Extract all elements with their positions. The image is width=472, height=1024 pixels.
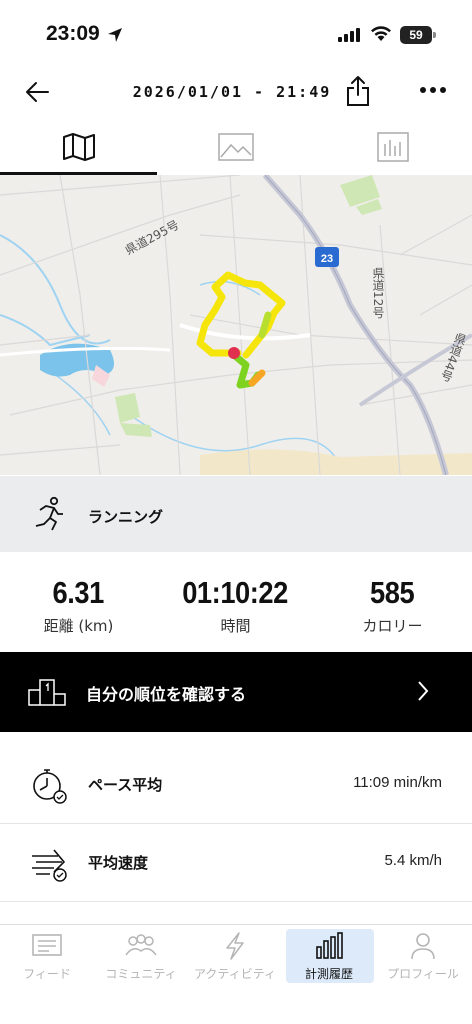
stat-distance: 6.31 距離 (km) xyxy=(0,575,157,636)
page-title: 2026/01/01 - 21:49 xyxy=(132,83,332,101)
ranking-label: 自分の順位を確認する xyxy=(86,685,247,704)
stat-calories-label: カロリー xyxy=(362,617,423,635)
metric-speed: 平均速度 5.4 km/h xyxy=(0,824,472,902)
stat-calories-value: 585 xyxy=(370,575,415,610)
nav-label-profile: プロフィール xyxy=(387,967,459,981)
activity-label: ランニング xyxy=(88,508,164,526)
nav-item-activity[interactable]: アクティビティ xyxy=(188,925,282,989)
nav-label-history: 計測履歴 xyxy=(304,967,353,981)
nav-item-history[interactable]: 計測履歴 xyxy=(282,925,376,989)
chevron-right-icon xyxy=(418,681,429,701)
tab-photos[interactable] xyxy=(157,120,314,174)
tab-map[interactable] xyxy=(0,120,157,174)
summary-stats: 6.31 距離 (km) 01:10:22 時間 585 カロリー xyxy=(0,575,472,645)
metric-pace: ペース平均 11:09 min/km xyxy=(0,746,472,824)
stat-distance-value: 6.31 xyxy=(52,575,105,610)
battery-tip xyxy=(433,32,436,38)
image-icon xyxy=(217,133,254,161)
road-label-295: 県道295号 xyxy=(123,218,182,258)
podium-icon xyxy=(28,679,66,706)
stat-distance-label: 距離 (km) xyxy=(43,617,114,635)
running-icon xyxy=(35,496,63,531)
history-icon xyxy=(316,932,343,959)
status-time: 23:09 xyxy=(46,22,100,45)
route-23-shield: 23 xyxy=(315,247,339,267)
community-icon xyxy=(125,934,157,956)
stat-calories: 585 カロリー xyxy=(314,575,471,636)
nav-item-feed[interactable]: フィード xyxy=(0,925,94,989)
header: 2026/01/01 - 21:49 xyxy=(0,66,472,118)
view-tabs xyxy=(0,120,472,175)
route-map[interactable]: 23 県道295号 県道12号 県道44号 xyxy=(0,175,472,475)
profile-icon xyxy=(411,933,435,960)
map-canvas: 23 県道295号 県道12号 県道44号 xyxy=(0,175,472,475)
wifi-icon xyxy=(371,26,391,41)
bottom-navigation: フィード コミュニティ アクティビティ 計測履歴 プロフィール xyxy=(0,924,472,1024)
speed-icon xyxy=(32,849,67,882)
feed-icon xyxy=(32,934,62,956)
activity-type-band: ランニング xyxy=(0,476,472,552)
share-icon[interactable] xyxy=(344,74,372,108)
more-icon[interactable] xyxy=(418,84,448,96)
road-label-12: 県道12号 xyxy=(371,267,385,319)
tab-stats[interactable] xyxy=(314,120,471,174)
nav-label-community: コミュニティ xyxy=(105,967,177,981)
metric-speed-value: 5.4 km/h xyxy=(384,852,442,869)
stopwatch-icon xyxy=(33,769,67,804)
bar-chart-icon xyxy=(376,132,409,162)
metric-pace-value: 11:09 min/km xyxy=(353,774,442,791)
location-arrow-icon xyxy=(108,28,122,42)
status-bar: 23:09 59 xyxy=(0,0,472,66)
nav-label-feed: フィード xyxy=(23,967,71,981)
running-route xyxy=(196,271,286,389)
stat-time-label: 時間 xyxy=(220,617,251,635)
nav-item-profile[interactable]: プロフィール xyxy=(376,925,470,989)
stat-time-value: 01:10:22 xyxy=(182,575,289,610)
stat-time: 01:10:22 時間 xyxy=(157,575,314,636)
signal-icon xyxy=(338,28,360,42)
nav-item-community[interactable]: コミュニティ xyxy=(94,925,188,989)
ranking-button[interactable]: 自分の順位を確認する xyxy=(0,652,472,732)
nav-label-activity: アクティビティ xyxy=(194,967,276,981)
map-icon xyxy=(62,133,95,161)
metric-pace-label: ペース平均 xyxy=(88,776,163,794)
battery-indicator: 59 xyxy=(400,26,432,44)
activity-icon xyxy=(226,932,244,960)
route-23-label: 23 xyxy=(321,253,333,265)
road-label-44: 県道44号 xyxy=(438,330,469,383)
metric-speed-label: 平均速度 xyxy=(88,854,149,872)
